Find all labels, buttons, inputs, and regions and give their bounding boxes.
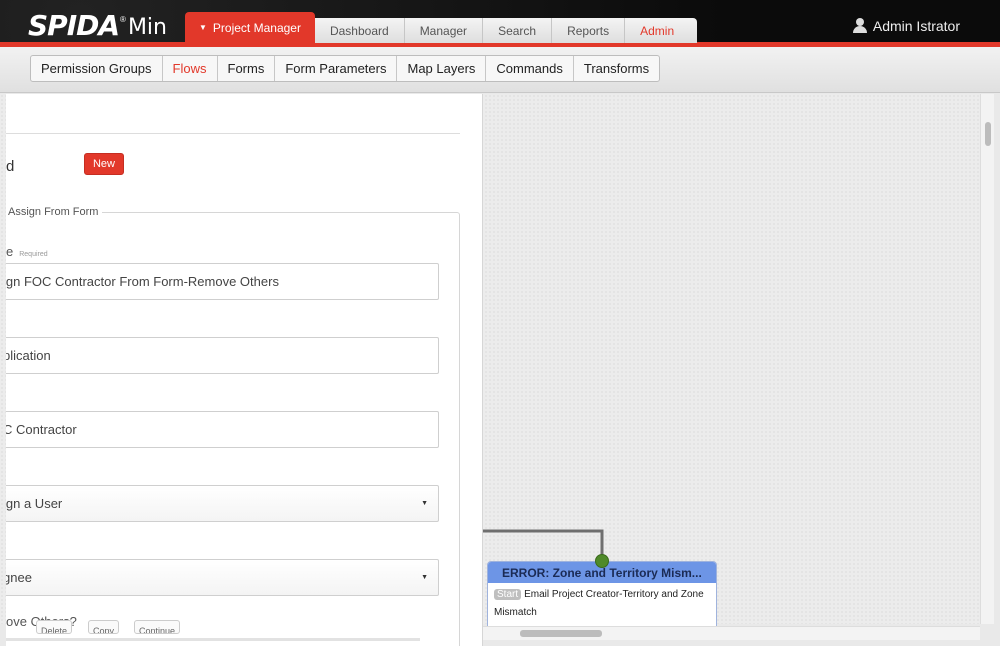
assignee-select[interactable]: gnee ▼	[6, 559, 439, 596]
name-input[interactable]: ign FOC Contractor From Form-Remove Othe…	[6, 263, 439, 300]
tab-dashboard[interactable]: Dashboard	[314, 18, 405, 43]
tab-label: Admin	[640, 23, 675, 38]
copy-button[interactable]: Copy	[88, 620, 120, 634]
tab-label: Search	[498, 23, 537, 38]
subtab-form-parameters[interactable]: Form Parameters	[275, 56, 398, 81]
subtab-flows[interactable]: Flows	[163, 56, 218, 81]
panel-bottom-divider	[6, 638, 420, 641]
logo-min-text: Min	[127, 15, 167, 40]
flow-node-description: Email Project Creator-Territory and Zone…	[494, 589, 704, 618]
horizontal-scroll-thumb[interactable]	[520, 630, 602, 637]
new-button[interactable]: New	[84, 153, 124, 175]
subtab-commands[interactable]: Commands	[486, 56, 574, 81]
tab-project-manager[interactable]: ▼ Project Manager	[185, 12, 315, 43]
subtab-map-layers[interactable]: Map Layers	[397, 56, 487, 81]
subtab-permission-groups[interactable]: Permission Groups	[31, 56, 163, 81]
main-tabs: ▼ Project Manager Dashboard Manager Sear…	[185, 12, 698, 43]
select-value: gnee	[6, 570, 32, 585]
application-input[interactable]: plication	[6, 337, 439, 374]
tab-label: Reports	[567, 23, 610, 38]
sub-navigation-bar: Permission Groups Flows Forms Form Param…	[0, 47, 1000, 93]
flow-node-error-zone-territory[interactable]: ERROR: Zone and Territory Mism... Start E…	[487, 561, 717, 627]
flow-node-body: Start Email Project Creator-Territory and…	[488, 583, 716, 625]
assign-user-select[interactable]: ign a User ▼	[6, 485, 439, 522]
required-hint: Required	[19, 251, 48, 258]
start-badge: Start	[494, 589, 522, 600]
caret-down-icon: ▼	[421, 574, 428, 581]
tab-reports[interactable]: Reports	[552, 18, 626, 43]
caret-down-icon: ▼	[199, 23, 207, 32]
vertical-scrollbar[interactable]	[980, 94, 994, 624]
flow-editor-panel: d New Assign From Form e Required ign FOC…	[6, 94, 483, 646]
flow-node-connector-handle[interactable]	[595, 554, 609, 568]
continue-button[interactable]: Continue	[134, 620, 181, 634]
logo-registered-mark: ®	[120, 15, 126, 24]
spida-logo[interactable]: SPIDA ® Min	[28, 6, 167, 42]
user-menu[interactable]: Admin Istrator	[852, 18, 960, 34]
vertical-scroll-thumb[interactable]	[985, 122, 991, 146]
name-field-label: e Required	[6, 244, 48, 259]
fieldset-legend: Assign From Form	[6, 206, 103, 218]
name-label-text: e	[6, 244, 14, 259]
tab-manager[interactable]: Manager	[404, 18, 484, 43]
tab-admin[interactable]: Admin	[625, 18, 698, 43]
admin-subtabs: Permission Groups Flows Forms Form Param…	[30, 55, 661, 82]
tab-search[interactable]: Search	[483, 18, 553, 43]
user-name: Admin Istrator	[872, 18, 960, 34]
subtab-transforms[interactable]: Transforms	[574, 56, 659, 81]
user-icon	[852, 18, 867, 34]
subtab-forms[interactable]: Forms	[218, 56, 276, 81]
tab-label: Dashboard	[329, 23, 389, 38]
select-value: ign a User	[6, 496, 63, 511]
logo-text: SPIDA	[28, 9, 120, 42]
horizontal-scrollbar[interactable]	[440, 626, 980, 640]
panel-divider	[6, 133, 460, 134]
tab-label: Project Manager	[212, 20, 301, 35]
delete-button[interactable]: Delete	[36, 620, 73, 634]
panel-field-label: d	[6, 158, 15, 175]
role-input[interactable]: C Contractor	[6, 411, 439, 448]
caret-down-icon: ▼	[421, 500, 428, 507]
tab-label: Manager	[419, 23, 468, 38]
